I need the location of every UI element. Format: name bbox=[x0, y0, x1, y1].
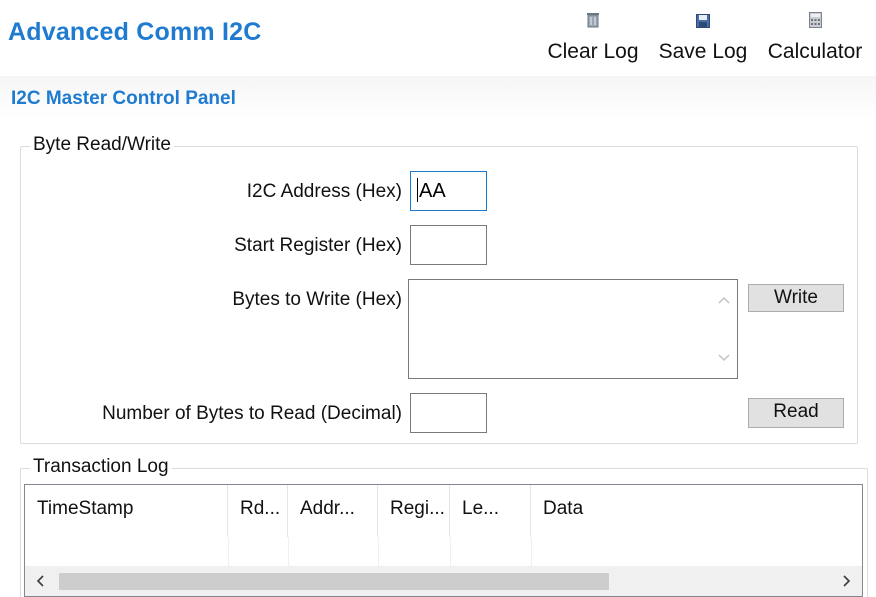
transaction-log-table[interactable]: TimeStamp Rd... Addr... Regi... Le... Da… bbox=[24, 484, 863, 597]
panel-title: I2C Master Control Panel bbox=[11, 88, 236, 109]
scroll-right-icon[interactable] bbox=[832, 566, 862, 596]
table-horizontal-scrollbar[interactable] bbox=[25, 566, 862, 596]
column-header-length[interactable]: Le... bbox=[450, 485, 531, 537]
column-header-rd[interactable]: Rd... bbox=[228, 485, 288, 537]
scroll-up-icon[interactable] bbox=[711, 290, 737, 310]
save-icon bbox=[696, 6, 710, 28]
column-divider bbox=[450, 537, 451, 567]
app-title: Advanced Comm I2C bbox=[8, 18, 262, 46]
calculator-label: Calculator bbox=[767, 40, 863, 63]
column-divider bbox=[378, 537, 379, 567]
bytes-to-write-label: Bytes to Write (Hex) bbox=[232, 289, 402, 310]
column-header-register[interactable]: Regi... bbox=[378, 485, 450, 537]
write-button[interactable]: Write bbox=[748, 284, 844, 312]
start-register-input[interactable] bbox=[410, 225, 487, 265]
bytes-to-read-input[interactable] bbox=[410, 393, 487, 433]
column-header-timestamp[interactable]: TimeStamp bbox=[25, 485, 228, 537]
bytes-to-read-label: Number of Bytes to Read (Decimal) bbox=[102, 403, 402, 424]
start-register-label: Start Register (Hex) bbox=[234, 235, 402, 256]
calculator-button[interactable]: Calculator bbox=[760, 6, 870, 66]
clear-log-label: Clear Log bbox=[547, 40, 639, 63]
i2c-address-input[interactable]: AA bbox=[410, 171, 487, 211]
clear-log-icon bbox=[586, 6, 600, 28]
column-header-data[interactable]: Data bbox=[531, 485, 861, 537]
scrollbar-thumb[interactable] bbox=[59, 573, 609, 590]
i2c-address-value: AA bbox=[419, 180, 446, 202]
column-header-address[interactable]: Addr... bbox=[288, 485, 378, 537]
i2c-address-label: I2C Address (Hex) bbox=[246, 181, 402, 202]
scroll-left-icon[interactable] bbox=[25, 566, 55, 596]
panel-header: I2C Master Control Panel bbox=[0, 76, 876, 118]
clear-log-button[interactable]: Clear Log bbox=[540, 6, 646, 66]
column-divider bbox=[228, 537, 229, 567]
bytes-to-write-textarea[interactable] bbox=[408, 279, 738, 379]
app-window: Advanced Comm I2C Clear Log Save Log Cal… bbox=[0, 0, 876, 597]
column-divider bbox=[288, 537, 289, 567]
read-button[interactable]: Read bbox=[748, 398, 844, 428]
textarea-vertical-scrollbar[interactable] bbox=[711, 280, 737, 378]
save-log-button[interactable]: Save Log bbox=[652, 6, 754, 66]
calculator-icon bbox=[808, 6, 822, 28]
transaction-log-legend: Transaction Log bbox=[30, 456, 172, 478]
column-divider bbox=[531, 537, 532, 567]
save-log-label: Save Log bbox=[658, 40, 748, 63]
byte-read-write-legend: Byte Read/Write bbox=[30, 134, 174, 156]
scroll-down-icon[interactable] bbox=[711, 348, 737, 368]
text-caret bbox=[417, 178, 418, 202]
